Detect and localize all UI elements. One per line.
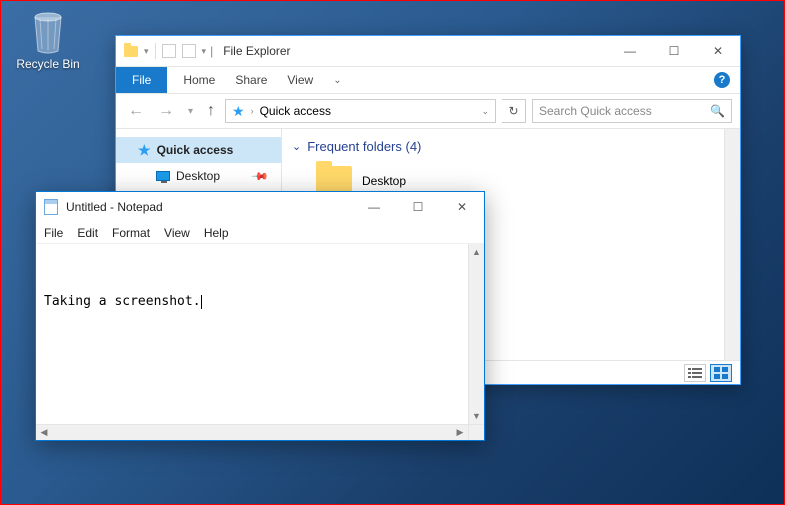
folder-name: Desktop (362, 174, 406, 188)
notepad-menubar: File Edit Format View Help (36, 222, 484, 244)
scroll-right-icon[interactable]: ▶ (452, 425, 468, 440)
scroll-left-icon[interactable]: ◀ (36, 425, 52, 440)
horizontal-scrollbar[interactable]: ◀ ▶ (36, 424, 468, 440)
nav-back-icon[interactable]: ← (124, 102, 148, 120)
address-location: Quick access (260, 104, 331, 118)
refresh-button[interactable]: ↻ (502, 99, 526, 123)
scroll-down-icon[interactable]: ▼ (469, 408, 484, 424)
menu-view[interactable]: View (164, 226, 190, 240)
scroll-up-icon[interactable]: ▲ (469, 244, 484, 260)
section-header-text: Frequent folders (4) (307, 139, 421, 154)
scroll-corner (468, 424, 484, 440)
vertical-scrollbar[interactable]: ▲ ▼ (468, 244, 484, 424)
maximize-button[interactable]: ☐ (652, 37, 696, 65)
recycle-bin[interactable]: Recycle Bin (13, 11, 83, 71)
text-cursor (201, 295, 202, 309)
address-dropdown-icon[interactable]: ⌄ (481, 106, 489, 117)
explorer-title: File Explorer (217, 44, 290, 58)
notepad-text-content: Taking a screenshot. (44, 294, 201, 309)
notepad-titlebar[interactable]: Untitled - Notepad — ☐ ✕ (36, 192, 484, 222)
frequent-folders-header[interactable]: ⌄ Frequent folders (4) (282, 129, 724, 160)
view-large-icons-button[interactable] (710, 364, 732, 382)
explorer-navbar: ← → ▾ ↑ ★ › Quick access ⌄ ↻ Search Quic… (116, 94, 740, 128)
ribbon-tab-file[interactable]: File (116, 67, 167, 93)
qat-properties-icon[interactable] (162, 44, 176, 58)
nav-up-icon[interactable]: ↑ (203, 102, 219, 120)
nav-forward-icon[interactable]: → (154, 102, 178, 120)
nav-recent-icon[interactable]: ▾ (184, 106, 197, 117)
help-icon[interactable]: ? (714, 72, 730, 88)
tree-item-quick-access[interactable]: ★ Quick access (116, 137, 281, 163)
notepad-title: Untitled - Notepad (66, 200, 163, 214)
search-placeholder: Search Quick access (539, 104, 652, 118)
explorer-app-icon (124, 46, 138, 57)
ribbon-tab-share[interactable]: Share (231, 73, 271, 87)
menu-format[interactable]: Format (112, 226, 150, 240)
minimize-button[interactable]: — (352, 193, 396, 221)
star-icon: ★ (138, 142, 151, 159)
chevron-right-icon: › (251, 106, 254, 116)
search-icon: 🔍 (710, 104, 725, 118)
ribbon-tab-home[interactable]: Home (179, 73, 219, 87)
recycle-bin-icon (28, 11, 68, 55)
recycle-bin-label: Recycle Bin (13, 57, 83, 71)
quick-access-star-icon: ★ (232, 103, 245, 120)
menu-file[interactable]: File (44, 226, 63, 240)
tree-item-desktop[interactable]: Desktop 📌 (116, 163, 281, 189)
address-bar[interactable]: ★ › Quick access ⌄ (225, 99, 496, 123)
content-scrollbar[interactable] (724, 129, 740, 360)
tree-label-quick-access: Quick access (157, 143, 234, 157)
menu-help[interactable]: Help (204, 226, 229, 240)
notepad-window: Untitled - Notepad — ☐ ✕ File Edit Forma… (35, 191, 485, 441)
tree-label-desktop: Desktop (176, 169, 220, 183)
menu-edit[interactable]: Edit (77, 226, 98, 240)
notepad-app-icon (44, 199, 58, 215)
close-button[interactable]: ✕ (696, 37, 740, 65)
maximize-button[interactable]: ☐ (396, 193, 440, 221)
qat-newfolder-icon[interactable] (182, 44, 196, 58)
notepad-textarea[interactable]: Taking a screenshot. (36, 244, 468, 424)
ribbon-tab-view[interactable]: View (283, 73, 317, 87)
pin-icon: 📌 (251, 167, 270, 186)
close-button[interactable]: ✕ (440, 193, 484, 221)
search-input[interactable]: Search Quick access 🔍 (532, 99, 732, 123)
ribbon-expand-icon[interactable]: ⌄ (329, 75, 345, 86)
title-separator: | (206, 44, 217, 58)
minimize-button[interactable]: — (608, 37, 652, 65)
view-details-button[interactable] (684, 364, 706, 382)
desktop-icon (156, 171, 170, 181)
explorer-titlebar[interactable]: ▾ ▾ | File Explorer — ☐ ✕ (116, 36, 740, 66)
chevron-down-icon: ⌄ (292, 140, 301, 153)
explorer-ribbon: File Home Share View ⌄ ? (116, 66, 740, 94)
